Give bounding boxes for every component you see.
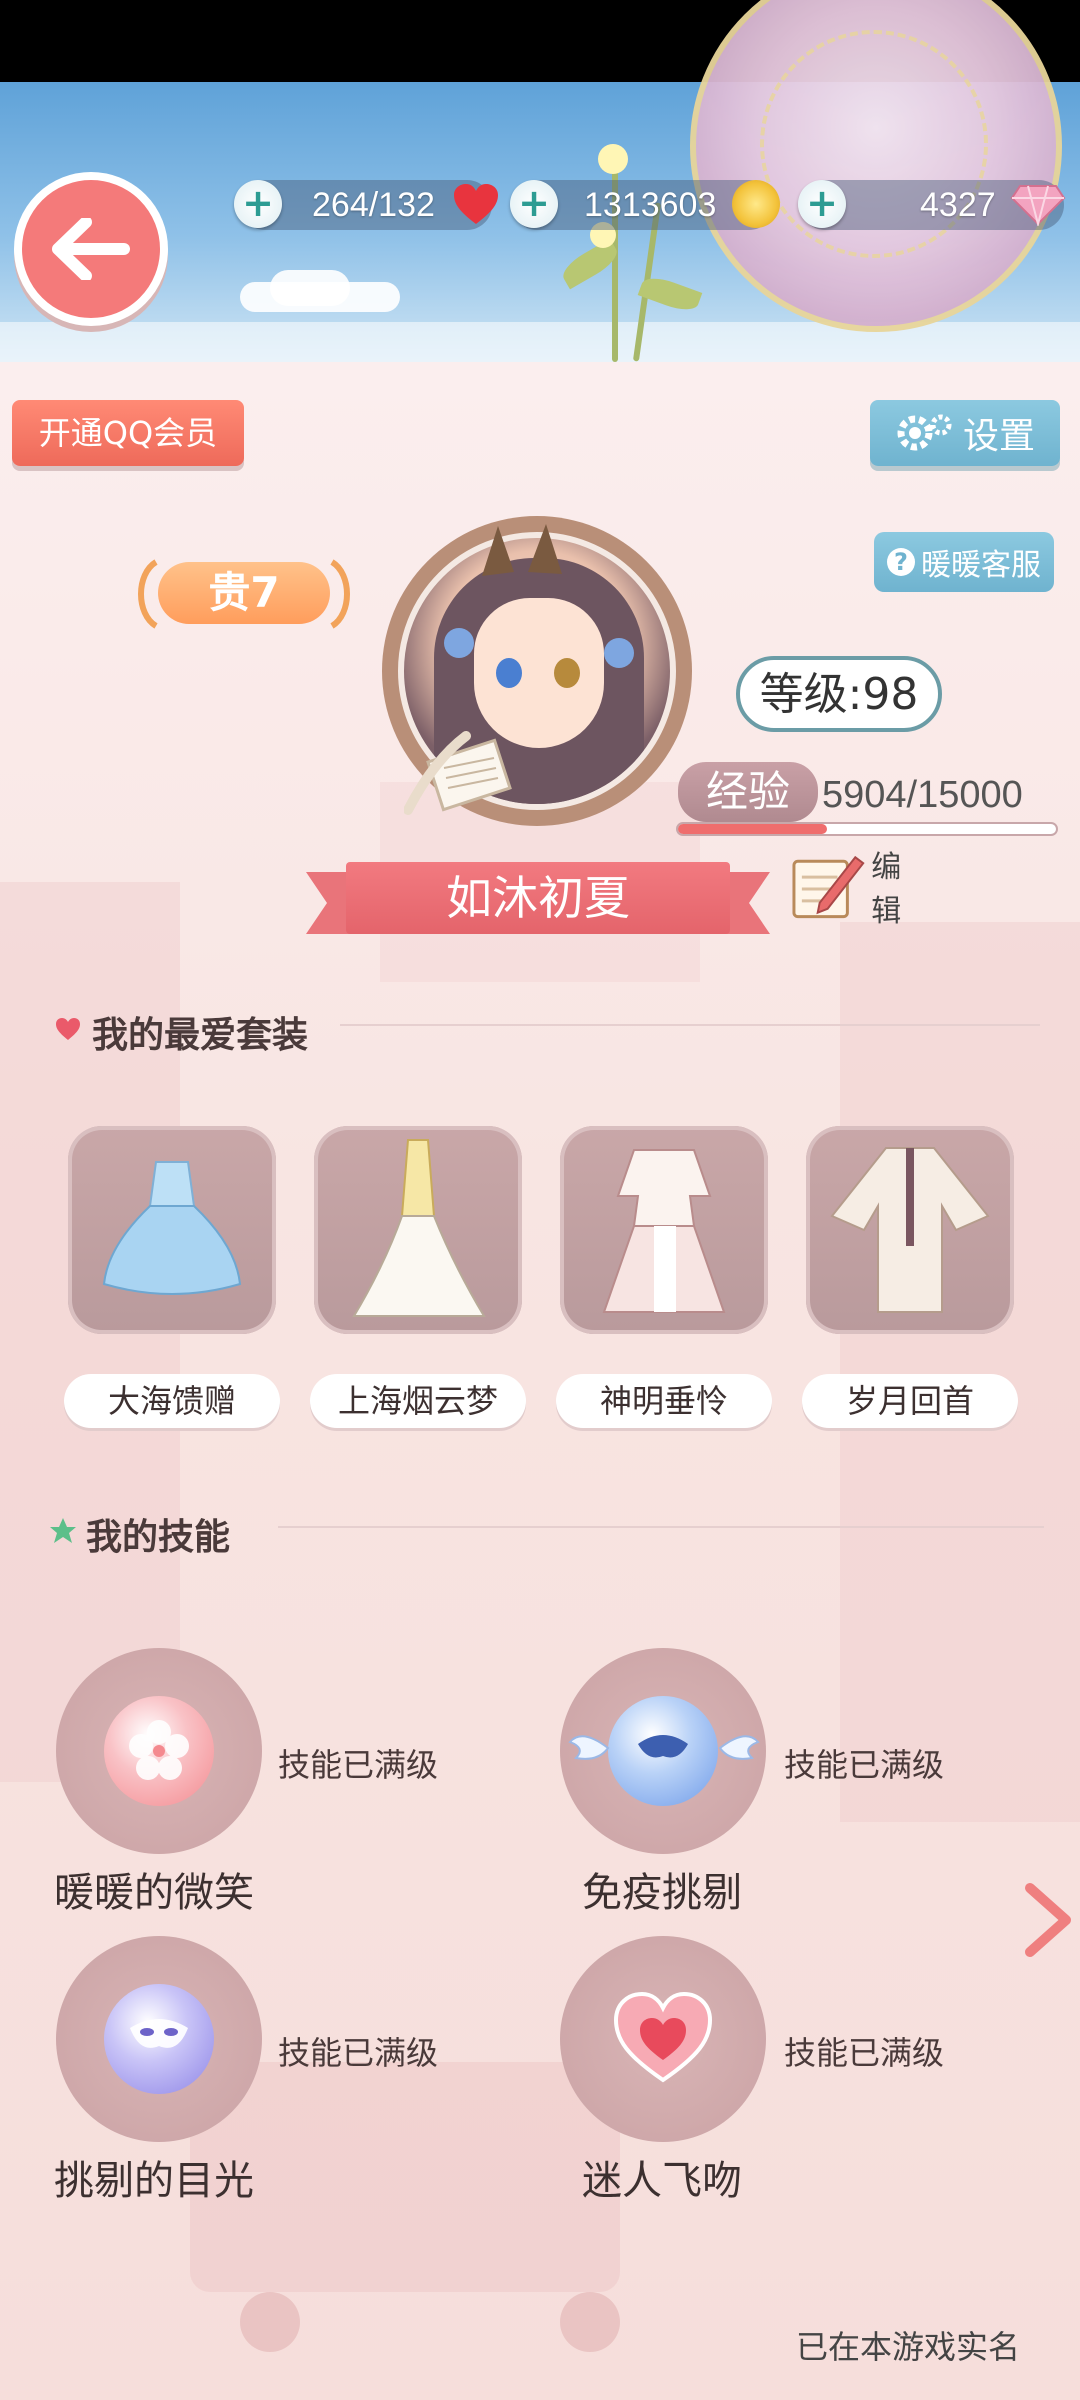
- outfit-label-3: 神明垂怜: [556, 1374, 772, 1428]
- star-bullet-icon: [50, 1518, 76, 1543]
- settings-button[interactable]: 设置: [870, 400, 1060, 466]
- outfit-label-1: 大海馈赠: [64, 1374, 280, 1428]
- outfit-card-2[interactable]: [314, 1126, 522, 1334]
- outfit-card-1[interactable]: [68, 1126, 276, 1334]
- favorites-divider: [340, 1024, 1040, 1026]
- skill-name-3: 挑剔的目光: [54, 2158, 254, 2204]
- back-button[interactable]: [14, 172, 168, 326]
- customer-service-label: 暖暖客服: [921, 548, 1041, 583]
- exp-progress-fill: [678, 824, 827, 834]
- outfit-label-4: 岁月回首: [802, 1374, 1018, 1428]
- outfit-card-3[interactable]: [560, 1126, 768, 1334]
- favorites-title: 我的最爱套装: [92, 1015, 309, 1056]
- exp-value: 5904/15000: [822, 774, 1023, 816]
- level-badge: 等级:98: [736, 656, 942, 732]
- settings-label: 设置: [962, 416, 1035, 457]
- question-icon: ?: [887, 548, 915, 576]
- stamina-value: 264/132: [312, 186, 435, 224]
- exp-label: 经验: [678, 762, 818, 822]
- gold-coin-icon: [732, 180, 780, 228]
- diamond-icon: [1010, 185, 1066, 226]
- edit-label: 编 辑: [871, 850, 902, 929]
- qq-member-button[interactable]: 开通QQ会员: [12, 400, 244, 466]
- skill-status-1: 技能已满级: [278, 1746, 439, 1784]
- skill-status-4: 技能已满级: [784, 2034, 945, 2072]
- sakura-icon: [104, 1696, 214, 1806]
- add-stamina-button[interactable]: +: [234, 180, 282, 228]
- gear-icon: [897, 414, 952, 451]
- notepad-pencil-icon: [792, 855, 865, 919]
- outfit-card-4[interactable]: [806, 1126, 1014, 1334]
- heart-skill-icon: [608, 1984, 718, 2094]
- wings-decoration: [568, 1735, 760, 1760]
- edit-name-button[interactable]: 编 辑: [790, 846, 940, 929]
- heart-icon: [454, 184, 498, 224]
- qipao-gown-icon: [352, 1139, 486, 1317]
- skills-divider: [278, 1526, 1044, 1528]
- back-arrow-icon: [52, 218, 130, 280]
- vip-badge[interactable]: 贵7: [158, 562, 330, 624]
- quill-scroll-icon: [404, 731, 512, 815]
- heart-bullet-icon: [56, 1018, 80, 1040]
- realname-status: 已在本游戏实名: [796, 2328, 1021, 2366]
- add-gold-button[interactable]: +: [510, 180, 558, 228]
- mask-icon: [104, 1984, 214, 2094]
- player-name: 如沐初夏: [346, 862, 730, 934]
- chevron-right-icon[interactable]: [1018, 1880, 1078, 1960]
- ears-decoration: [482, 524, 562, 576]
- skills-title: 我的技能: [86, 1517, 231, 1558]
- customer-service-button[interactable]: ? 暖暖客服: [874, 532, 1054, 592]
- skill-name-1: 暖暖的微笑: [54, 1870, 254, 1916]
- hanfu-dress-icon: [830, 1147, 990, 1313]
- skill-name-4: 迷人飞吻: [582, 2158, 742, 2204]
- gold-value: 1313603: [584, 186, 717, 224]
- skill-status-3: 技能已满级: [278, 2034, 439, 2072]
- blue-dress-icon: [102, 1161, 242, 1295]
- add-diamond-button[interactable]: +: [798, 180, 846, 228]
- outfit-label-2: 上海烟云梦: [310, 1374, 526, 1428]
- diamond-value: 4327: [920, 186, 996, 224]
- white-dress-icon: [602, 1149, 726, 1313]
- skill-name-2: 免疫挑剔: [582, 1870, 742, 1916]
- skill-status-2: 技能已满级: [784, 1746, 945, 1784]
